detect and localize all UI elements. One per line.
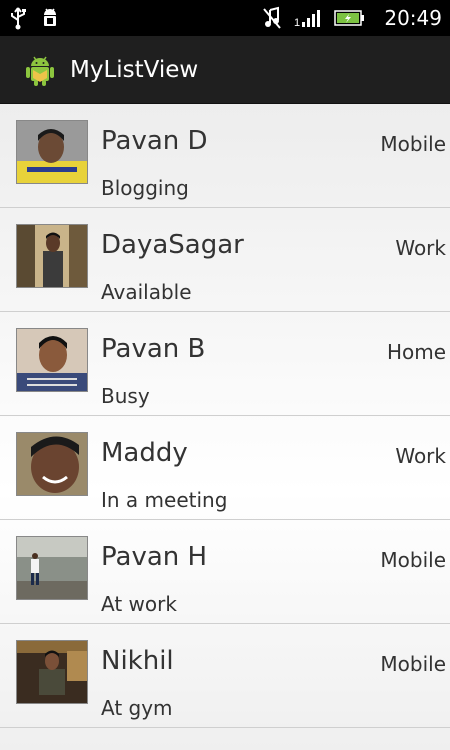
usb-icon <box>8 6 28 30</box>
contact-name: DayaSagar <box>101 230 244 260</box>
signal-icon: 1 <box>294 8 322 28</box>
list-item[interactable]: Maddy In a meeting Work <box>0 416 450 520</box>
avatar <box>16 536 88 600</box>
contact-status: Blogging <box>101 176 189 200</box>
contact-name: Pavan B <box>101 334 206 364</box>
clock: 20:49 <box>384 6 442 30</box>
contact-type: Mobile <box>380 652 446 676</box>
contact-type: Work <box>395 444 446 468</box>
list-item[interactable]: Pavan H At work Mobile <box>0 520 450 624</box>
contact-status: Available <box>101 280 192 304</box>
list-item[interactable]: Nikhil At gym Mobile <box>0 624 450 728</box>
app-title: MyListView <box>70 56 199 83</box>
android-debug-icon <box>40 6 60 30</box>
list-item[interactable]: Pavan B Busy Home <box>0 312 450 416</box>
contact-type: Mobile <box>380 548 446 572</box>
avatar <box>16 432 88 496</box>
contact-name: Maddy <box>101 438 188 468</box>
contact-name: Pavan H <box>101 542 208 572</box>
contact-list[interactable]: Pavan D Blogging Mobile DayaSagar Availa… <box>0 104 450 750</box>
svg-text:1: 1 <box>294 17 300 28</box>
android-app-icon <box>26 56 54 86</box>
avatar <box>16 328 88 392</box>
contact-status: In a meeting <box>101 488 228 512</box>
avatar <box>16 640 88 704</box>
contact-type: Home <box>386 340 446 364</box>
no-music-icon <box>262 6 282 30</box>
contact-status: At work <box>101 592 177 616</box>
battery-charging-icon <box>334 8 366 28</box>
contact-type: Mobile <box>380 132 446 156</box>
action-bar: MyListView <box>0 36 450 104</box>
contact-type: Work <box>395 236 446 260</box>
contact-name: Nikhil <box>101 646 174 676</box>
contact-status: Busy <box>101 384 150 408</box>
list-item[interactable]: Pavan D Blogging Mobile <box>0 104 450 208</box>
avatar <box>16 120 88 184</box>
contact-name: Pavan D <box>101 126 208 156</box>
avatar <box>16 224 88 288</box>
contact-status: At gym <box>101 696 173 720</box>
status-bar-right: 1 20:49 <box>262 6 442 30</box>
status-bar-left <box>8 6 60 30</box>
list-item[interactable]: DayaSagar Available Work <box>0 208 450 312</box>
status-bar: 1 20:49 <box>0 0 450 36</box>
